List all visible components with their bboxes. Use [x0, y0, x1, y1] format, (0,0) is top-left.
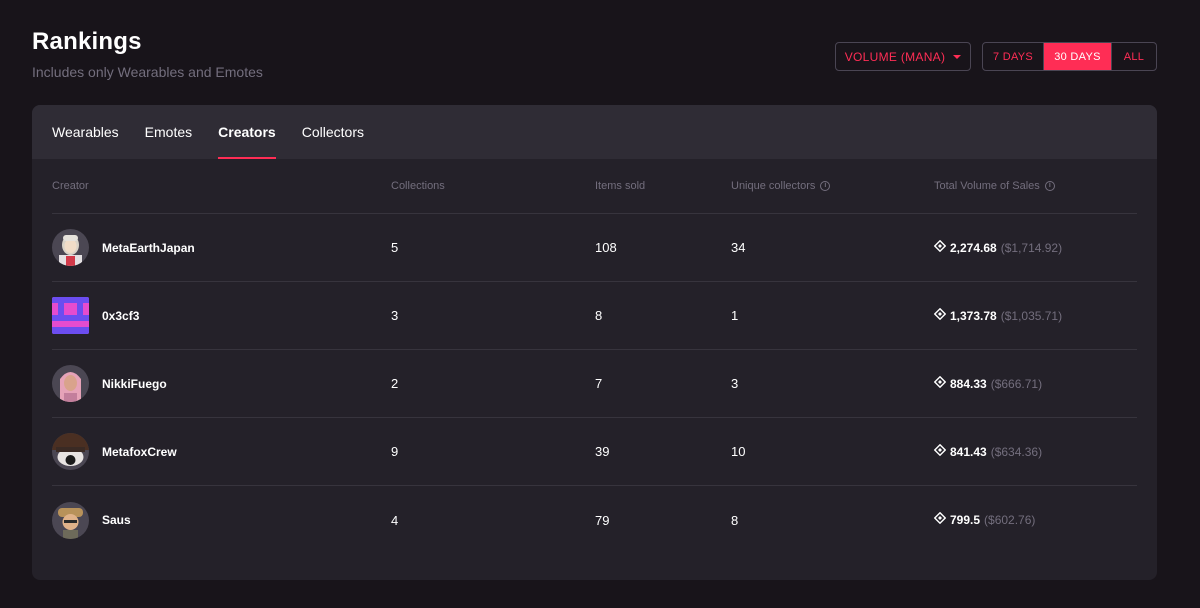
volume-usd: ($602.76): [984, 513, 1036, 527]
avatar-icon: [52, 365, 89, 402]
ranking-tabs: Wearables Emotes Creators Collectors: [32, 105, 1157, 159]
metric-dropdown-label: VOLUME (MANA): [844, 49, 946, 64]
creator-cell: MetafoxCrew: [52, 433, 391, 470]
page-title: Rankings: [32, 28, 142, 55]
unique-collectors-count: 10: [731, 444, 746, 459]
volume-mana: 841.43: [950, 444, 987, 459]
table-row[interactable]: MetafoxCrew 9 39 10 841.43 ($634.36): [52, 418, 1137, 486]
tab-creators[interactable]: Creators: [218, 105, 276, 159]
items-sold-count: 108: [595, 240, 617, 255]
time-range-selector: 7 DAYS 30 DAYS ALL: [982, 42, 1157, 71]
column-header-total-volume: Total Volume of Sales i: [934, 180, 1137, 192]
total-volume-cell: 1,373.78 ($1,035.71): [933, 307, 1137, 325]
collections-count: 9: [391, 444, 399, 459]
volume-mana: 1,373.78: [950, 308, 997, 323]
creator-name[interactable]: MetafoxCrew: [102, 445, 177, 459]
items-sold-count: 39: [595, 444, 610, 459]
creator-name[interactable]: MetaEarthJapan: [102, 241, 195, 255]
items-sold-count: 8: [595, 308, 603, 323]
creator-cell: NikkiFuego: [52, 365, 391, 402]
column-header-unique-collectors-label: Unique collectors: [731, 180, 816, 192]
items-sold-count: 7: [595, 376, 603, 391]
page-header: Rankings Includes only Wearables and Emo…: [32, 28, 263, 80]
volume-usd: ($1,035.71): [1000, 308, 1063, 323]
collections-count: 4: [391, 512, 399, 528]
column-header-unique-collectors: Unique collectors i: [731, 180, 934, 192]
mana-icon: [933, 307, 947, 325]
unique-collectors-count: 3: [731, 376, 739, 391]
tab-collectors[interactable]: Collectors: [302, 105, 364, 159]
unique-collectors-count: 34: [731, 240, 746, 255]
volume-usd: ($1,714.92): [1000, 240, 1063, 255]
ranking-controls: VOLUME (MANA) 7 DAYS 30 DAYS ALL: [835, 42, 1157, 71]
total-volume-cell: 884.33 ($666.71): [933, 375, 1137, 393]
column-header-collections: Collections: [391, 180, 445, 192]
volume-usd: ($634.36): [990, 444, 1043, 459]
volume-mana: 884.33: [950, 376, 987, 391]
total-volume-cell: 841.43 ($634.36): [933, 443, 1137, 461]
column-header-items-sold: Items sold: [595, 180, 646, 192]
creator-name[interactable]: Saus: [102, 513, 131, 527]
caret-down-icon: [953, 55, 962, 59]
unique-collectors-count: 1: [731, 308, 739, 323]
creators-table: Creator Collections Items sold Unique co…: [52, 159, 1137, 554]
table-row[interactable]: NikkiFuego 2 7 3 884.33 ($666.71): [52, 350, 1137, 418]
info-icon[interactable]: i: [1044, 181, 1055, 191]
creator-cell: Saus: [52, 501, 391, 539]
tab-wearables[interactable]: Wearables: [52, 105, 119, 159]
volume-mana: 799.5: [950, 513, 981, 527]
info-icon[interactable]: i: [820, 181, 831, 191]
table-row[interactable]: Saus 4 79 8 799.5 ($602.76): [52, 486, 1137, 554]
range-7-days-button[interactable]: 7 DAYS: [983, 43, 1044, 70]
creator-name[interactable]: NikkiFuego: [102, 377, 167, 391]
table-row[interactable]: 0x3cf3 3 8 1 1,373.78 ($1,035.71): [52, 282, 1137, 350]
column-header-creator: Creator: [52, 180, 89, 192]
collections-count: 3: [391, 308, 399, 323]
total-volume-cell: 799.5 ($602.76): [933, 511, 1137, 529]
table-header: Creator Collections Items sold Unique co…: [52, 159, 1137, 214]
range-30-days-button[interactable]: 30 DAYS: [1044, 43, 1111, 70]
avatar-icon: [52, 501, 89, 539]
pixel-avatar-icon: [52, 297, 89, 334]
mana-icon: [933, 375, 947, 393]
avatar-icon: [52, 229, 89, 266]
tab-emotes[interactable]: Emotes: [145, 105, 192, 159]
unique-collectors-count: 8: [731, 512, 739, 528]
rankings-panel: Wearables Emotes Creators Collectors Cre…: [32, 105, 1157, 580]
table-row[interactable]: MetaEarthJapan 5 108 34 2,274.68 ($1,714…: [52, 214, 1137, 282]
avatar-icon: [52, 433, 89, 470]
mana-icon: [933, 511, 947, 529]
items-sold-count: 79: [595, 512, 610, 528]
range-all-button[interactable]: ALL: [1111, 43, 1156, 70]
total-volume-cell: 2,274.68 ($1,714.92): [933, 239, 1137, 257]
column-header-total-volume-label: Total Volume of Sales: [934, 180, 1040, 192]
mana-icon: [933, 239, 947, 257]
creator-cell: MetaEarthJapan: [52, 229, 391, 266]
collections-count: 2: [391, 376, 399, 391]
metric-dropdown[interactable]: VOLUME (MANA): [835, 42, 971, 71]
collections-count: 5: [391, 240, 399, 255]
volume-mana: 2,274.68: [950, 240, 997, 255]
mana-icon: [933, 443, 947, 461]
volume-usd: ($666.71): [990, 376, 1043, 391]
creator-name[interactable]: 0x3cf3: [102, 309, 139, 323]
creator-cell: 0x3cf3: [52, 297, 391, 334]
page-subtitle: Includes only Wearables and Emotes: [32, 64, 263, 80]
